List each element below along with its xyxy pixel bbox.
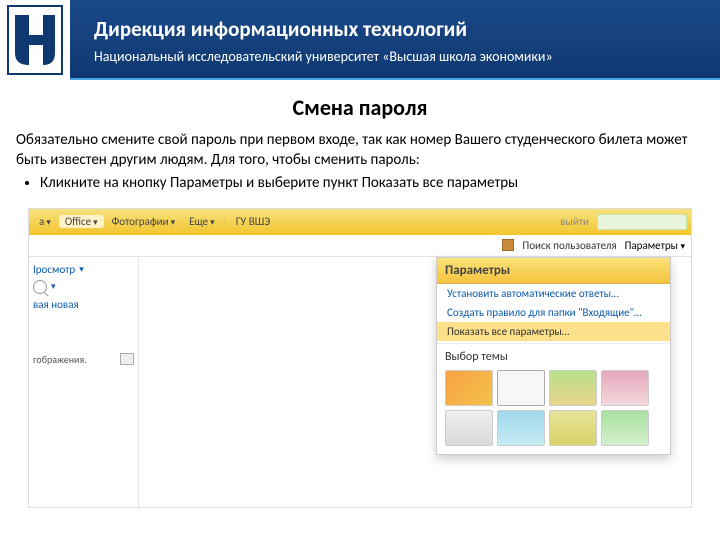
theme-swatch[interactable] [445,410,493,446]
nav-item[interactable]: Office▾ [59,215,104,228]
nav-item[interactable]: а▾ [33,215,57,228]
slide-header: Дирекция информационных технологий Нацио… [0,0,720,80]
theme-swatch[interactable] [549,370,597,406]
options-panel: Параметры Установить автоматические отве… [436,257,671,455]
panel-link-autoreply[interactable]: Установить автоматические ответы… [437,284,670,303]
theme-swatch[interactable] [601,410,649,446]
header-title: Дирекция информационных технологий [94,16,696,42]
nav-item[interactable]: Еще▾ [183,215,221,228]
theme-grid [437,366,670,454]
hse-logo-icon [7,5,63,75]
panel-link-all-options[interactable]: Показать все параметры… [437,322,670,341]
sidebar-new[interactable]: вая новая [33,298,79,311]
sign-out-link[interactable]: выйти [560,215,589,228]
theme-swatch[interactable] [497,370,545,406]
owa-sub-nav: Поиск пользователя Параметры ▾ [29,235,691,257]
embedded-screenshot: а▾ Office▾ Фотографии▾ Еще▾ | ГУ ВШЭ вый… [28,208,692,508]
options-button[interactable]: Параметры ▾ [625,239,685,252]
theme-swatch[interactable] [445,370,493,406]
find-user-link[interactable]: Поиск пользователя [522,239,616,252]
hse-logo [0,0,70,80]
theme-swatch[interactable] [549,410,597,446]
user-badge[interactable] [597,214,687,230]
theme-label: Выбор темы [437,343,670,366]
sidebar-images: гображения. [33,353,87,366]
nav-separator: | [223,215,228,228]
nav-item[interactable]: ГУ ВШЭ [230,215,277,228]
panel-title: Параметры [437,258,670,284]
page-title: Смена пароля [0,94,720,121]
theme-swatch[interactable] [601,370,649,406]
select-icon[interactable] [120,353,134,365]
owa-top-nav: а▾ Office▾ Фотографии▾ Еще▾ | ГУ ВШЭ вый… [29,209,691,235]
header-subtitle: Национальный исследовательский университ… [94,48,696,65]
address-book-icon[interactable] [502,239,514,251]
sidebar-view[interactable]: Iросмотр [33,263,75,276]
intro-bullet: Кликните на кнопку Параметры и выберите … [40,174,704,194]
search-icon[interactable] [33,280,47,294]
nav-item[interactable]: Фотографии▾ [106,215,181,228]
sidebar: Iросмотр ▾ ▾ вая новая гображения. [29,257,139,507]
intro-text: Обязательно смените свой пароль при перв… [0,131,720,194]
theme-swatch[interactable] [497,410,545,446]
panel-link-inbox-rule[interactable]: Создать правило для папки "Входящие"… [437,303,670,322]
intro-paragraph: Обязательно смените свой пароль при перв… [16,131,687,169]
